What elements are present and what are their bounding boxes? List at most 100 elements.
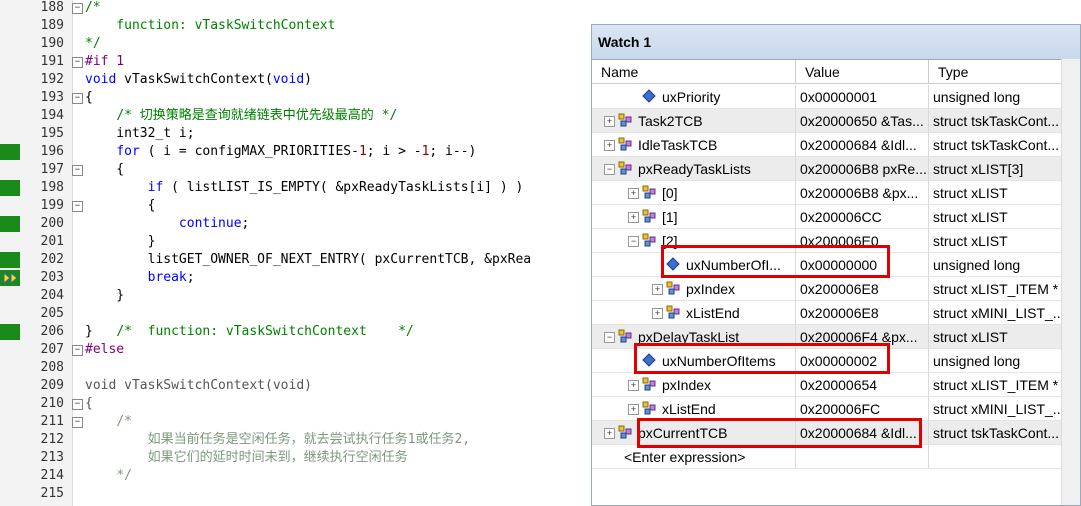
watch-row[interactable]: − pxDelayTaskList 0x200006F4 &px... struct … (592, 325, 1080, 349)
fold-toggle-icon[interactable]: − (72, 3, 83, 14)
fold-toggle-icon[interactable]: − (72, 93, 83, 104)
watch-row[interactable]: + [0] 0x200006B8 &px... struct xLIST (592, 181, 1080, 205)
line-number: 209 (40, 378, 64, 393)
code-text: void vTaskSwitchContext(void) (85, 378, 312, 393)
watch-cell-value[interactable]: 0x200006F4 &px... (796, 325, 929, 349)
watch-row[interactable]: + IdleTaskTCB 0x20000684 &Idl... struct tsk… (592, 133, 1080, 157)
watch-variable-name: xListEnd (686, 305, 740, 321)
line-number: 207 (40, 342, 64, 357)
watch-row[interactable]: uxNumberOfI... 0x00000000 unsigned long (592, 253, 1080, 277)
watch-variable-name: IdleTaskTCB (638, 137, 718, 153)
code-line[interactable]: 188−/* (0, 0, 1081, 17)
watch-variable-name: xListEnd (662, 401, 716, 417)
watch-scrollbar[interactable] (1061, 59, 1080, 505)
watch-row[interactable]: + pxIndex 0x20000654 struct xLIST_ITEM * (592, 373, 1080, 397)
watch-cell-value[interactable]: 0x20000650 &Tas... (796, 109, 929, 133)
column-header-type[interactable]: Type (929, 60, 1062, 84)
watch-cell-name[interactable]: + pxIndex (592, 277, 796, 301)
fold-toggle-icon[interactable]: − (72, 165, 83, 176)
line-number: 204 (40, 288, 64, 303)
fold-toggle-icon[interactable]: − (72, 201, 83, 212)
line-number: 190 (40, 36, 64, 51)
line-number: 189 (40, 18, 64, 33)
watch-cell-value[interactable]: 0x200006E0 (796, 229, 929, 253)
fold-toggle-icon[interactable]: − (72, 345, 83, 356)
watch-cell-name[interactable]: + pxCurrentTCB (592, 421, 796, 445)
collapse-icon[interactable]: − (604, 332, 615, 343)
watch-cell-value[interactable]: 0x200006E8 (796, 301, 929, 325)
watch-row[interactable]: + Task2TCB 0x20000650 &Tas... struct tskTas… (592, 109, 1080, 133)
watch-window[interactable]: Watch 1 Name Value Type uxPriority 0x0000… (591, 24, 1081, 506)
line-number: 193 (40, 90, 64, 105)
watch-cell-name[interactable]: − pxReadyTaskLists (592, 157, 796, 181)
enter-expression-row[interactable]: <Enter expression> (592, 445, 1080, 469)
breakpoint-marker[interactable] (0, 216, 20, 232)
expand-icon[interactable]: + (604, 140, 615, 151)
code-text: /* (116, 414, 132, 429)
watch-cell-value[interactable]: 0x200006FC (796, 397, 929, 421)
watch-cell-name[interactable]: + xListEnd (592, 301, 796, 325)
watch-cell-name[interactable]: + IdleTaskTCB (592, 133, 796, 157)
watch-cell-value[interactable]: 0x200006CC (796, 205, 929, 229)
code-text: listGET_OWNER_OF_NEXT_ENTRY( pxCurrentTC… (85, 252, 532, 267)
watch-row[interactable]: − pxReadyTaskLists 0x200006B8 pxRe... struc… (592, 157, 1080, 181)
watch-cell-name[interactable]: uxNumberOfItems (592, 349, 796, 373)
watch-variable-name: uxNumberOfI... (686, 257, 781, 273)
column-header-name[interactable]: Name (592, 60, 796, 84)
struct-icon (618, 425, 632, 439)
watch-row[interactable]: + [1] 0x200006CC struct xLIST (592, 205, 1080, 229)
breakpoint-marker[interactable] (0, 252, 20, 268)
watch-cell-value[interactable]: 0x200006B8 &px... (796, 181, 929, 205)
expand-icon[interactable]: + (652, 308, 663, 319)
watch-cell-value[interactable]: 0x200006B8 pxRe... (796, 157, 929, 181)
enter-expression-input[interactable]: <Enter expression> (592, 445, 796, 469)
fold-toggle-icon[interactable]: − (72, 417, 83, 428)
expand-icon[interactable]: + (628, 404, 639, 415)
watch-row[interactable]: + pxCurrentTCB 0x20000684 &Idl... struct ts… (592, 421, 1080, 445)
expand-icon[interactable]: + (628, 212, 639, 223)
collapse-icon[interactable]: − (628, 236, 639, 247)
fold-toggle-icon[interactable]: − (72, 399, 83, 410)
breakpoint-marker[interactable] (0, 144, 20, 160)
watch-row[interactable]: + pxIndex 0x200006E8 struct xLIST_ITEM * (592, 277, 1080, 301)
expand-icon[interactable]: + (604, 428, 615, 439)
watch-variable-name: [0] (662, 185, 678, 201)
watch-cell-name[interactable]: + [1] (592, 205, 796, 229)
watch-cell-name[interactable]: uxPriority (592, 85, 796, 109)
watch-window-title: Watch 1 (592, 25, 1080, 60)
watch-cell-value[interactable]: 0x20000654 (796, 373, 929, 397)
collapse-icon[interactable]: − (604, 164, 615, 175)
watch-cell-name[interactable]: + Task2TCB (592, 109, 796, 133)
watch-cell-value[interactable]: 0x20000684 &Idl... (796, 421, 929, 445)
watch-cell-value[interactable]: 0x00000002 (796, 349, 929, 373)
watch-row[interactable]: uxPriority 0x00000001 unsigned long (592, 85, 1080, 109)
watch-cell-name[interactable]: + pxIndex (592, 373, 796, 397)
watch-row[interactable]: uxNumberOfItems 0x00000002 unsigned long (592, 349, 1080, 373)
code-text: void vTaskSwitchContext(void) (85, 72, 312, 87)
code-text: } /* function: vTaskSwitchContext */ (85, 324, 414, 339)
code-text: #else (85, 342, 125, 357)
column-header-value[interactable]: Value (796, 60, 929, 84)
watch-row[interactable]: − [2] 0x200006E0 struct xLIST (592, 229, 1080, 253)
breakpoint-marker[interactable] (0, 324, 20, 340)
expand-icon[interactable]: + (628, 380, 639, 391)
watch-cell-name[interactable]: − pxDelayTaskList (592, 325, 796, 349)
fold-toggle-icon[interactable]: − (72, 57, 83, 68)
expand-icon[interactable]: + (628, 188, 639, 199)
line-number: 197 (40, 162, 64, 177)
watch-cell-value[interactable]: 0x00000000 (796, 253, 929, 277)
expand-icon[interactable]: + (652, 284, 663, 295)
line-number: 214 (40, 468, 64, 483)
breakpoint-marker[interactable] (0, 180, 20, 196)
watch-row[interactable]: + xListEnd 0x200006FC struct xMINI_LIST_... (592, 397, 1080, 421)
watch-cell-name[interactable]: − [2] (592, 229, 796, 253)
watch-cell-name[interactable]: + xListEnd (592, 397, 796, 421)
watch-cell-name[interactable]: uxNumberOfI... (592, 253, 796, 277)
watch-cell-name[interactable]: + [0] (592, 181, 796, 205)
watch-cell-value[interactable]: 0x00000001 (796, 85, 929, 109)
expand-icon[interactable]: + (604, 116, 615, 127)
watch-cell-value[interactable]: 0x20000684 &Idl... (796, 133, 929, 157)
code-text: 如果当前任务是空闲任务，就去尝试执行任务1或任务2, (147, 432, 471, 447)
watch-cell-value[interactable]: 0x200006E8 (796, 277, 929, 301)
watch-row[interactable]: + xListEnd 0x200006E8 struct xMINI_LIST_... (592, 301, 1080, 325)
